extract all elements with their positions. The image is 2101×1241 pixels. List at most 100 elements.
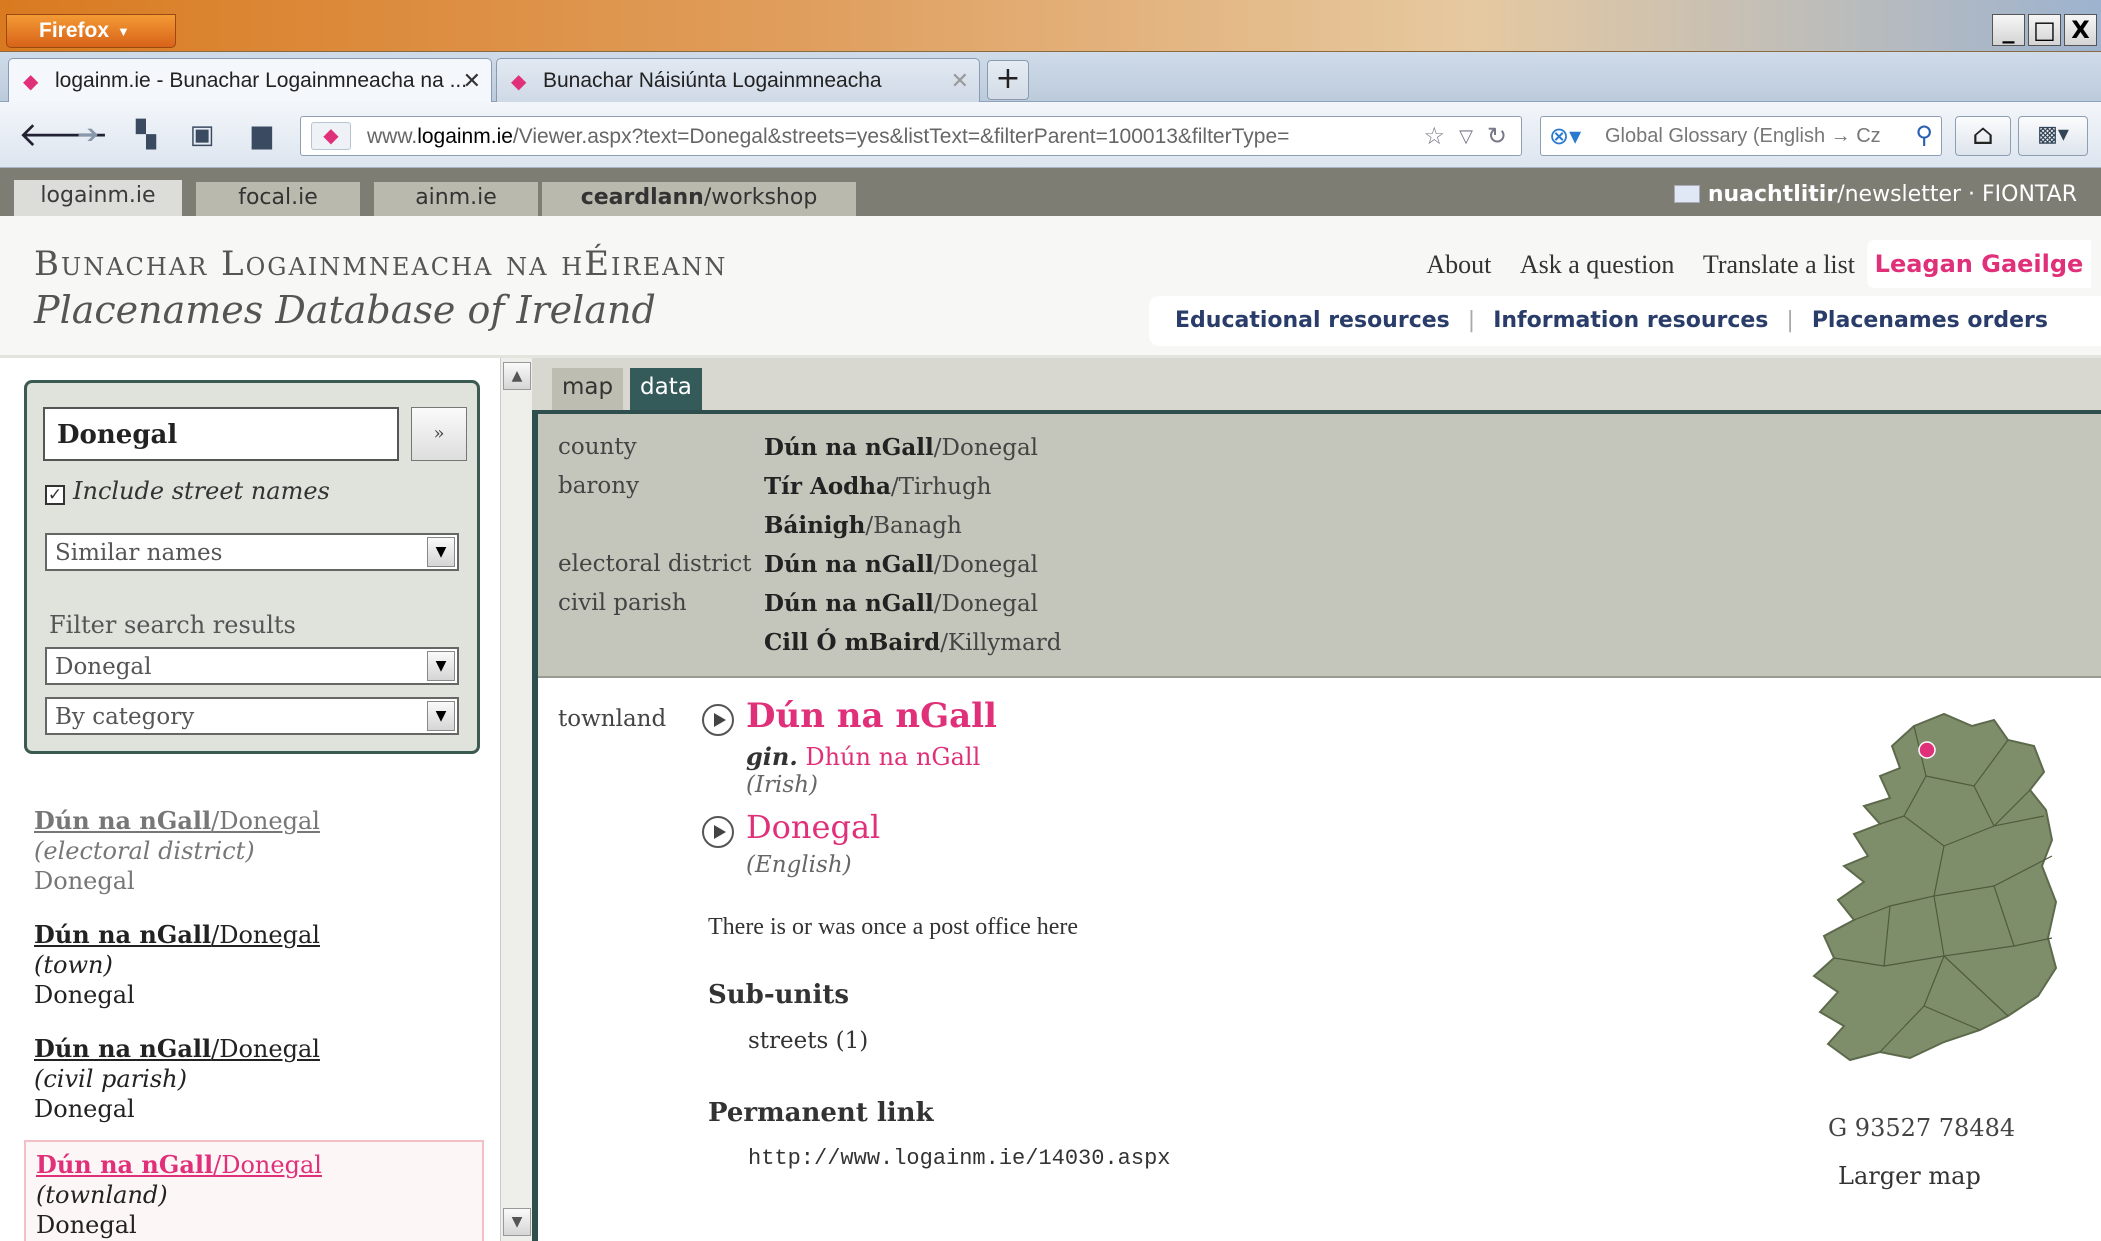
chevron-down-icon[interactable]: ▼ xyxy=(427,651,455,681)
larger-map-link[interactable]: Larger map xyxy=(1838,1162,1981,1190)
list-item-selected[interactable]: Dún na nGall/Donegal (townland) Donegal xyxy=(24,1140,484,1241)
hierarchy-irish: Dún na nGall xyxy=(764,434,934,461)
hierarchy-row: civil parish Dún na nGall/Donegal xyxy=(558,590,1038,617)
subunits-heading: Sub-units xyxy=(708,980,849,1010)
ireland-map[interactable] xyxy=(1794,706,2084,1066)
search-form: Donegal » ✓ Include street names Similar … xyxy=(24,380,480,754)
search-results: Dún na nGall/Donegal (electoral district… xyxy=(24,798,484,1241)
bookmark-star-icon[interactable]: ☆ xyxy=(1423,122,1445,151)
result-irish: Dún na nGall xyxy=(34,806,212,835)
filter-place-select[interactable]: Donegal ▼ xyxy=(45,647,459,685)
site-title[interactable]: Bunachar Logainmneacha na hÉireann xyxy=(34,244,727,284)
chevron-down-icon[interactable]: ▼ xyxy=(427,537,455,567)
about-link[interactable]: About xyxy=(1426,250,1491,279)
tab-workshop[interactable]: ceardlann/workshop xyxy=(542,182,856,216)
tab-map[interactable]: map xyxy=(552,368,624,410)
result-name[interactable]: Dún na nGall/Donegal xyxy=(34,920,474,950)
search-engine-name: Global Glossary (English → Cz xyxy=(1605,125,1881,147)
close-tab-icon[interactable]: ✕ xyxy=(463,68,481,94)
result-county: Donegal xyxy=(34,1095,135,1123)
result-name[interactable]: Dún na nGall/Donegal xyxy=(36,1150,472,1180)
reload-icon[interactable]: ↻ xyxy=(1487,122,1507,151)
scroll-up-icon[interactable]: ▲ xyxy=(503,362,531,390)
filter-category-value: By category xyxy=(55,704,195,730)
educational-resources-link[interactable]: Educational resources xyxy=(1175,308,1450,333)
navigation-toolbar: 🡐 ➔ ▚ ▣ ▆ ◆ www.logainm.ie/Viewer.aspx?t… xyxy=(0,102,2101,168)
irish-language-tag: (Irish) xyxy=(746,772,818,798)
result-irish: Dún na nGall xyxy=(34,1034,212,1063)
back-icon[interactable]: 🡐 xyxy=(18,116,109,154)
english-language-tag: (English) xyxy=(746,852,852,878)
tab-data[interactable]: data xyxy=(630,368,702,410)
play-audio-irish-icon[interactable] xyxy=(702,704,734,736)
forward-icon[interactable]: ➔ xyxy=(70,116,106,154)
permalink-url[interactable]: http://www.logainm.ie/14030.aspx xyxy=(748,1146,1170,1171)
ask-question-link[interactable]: Ask a question xyxy=(1520,250,1675,279)
search-bar[interactable]: ⊗▾ Global Glossary (English → Cz ⚲ xyxy=(1540,116,1942,156)
sidebar-scrollbar[interactable]: ▲ ▼ xyxy=(500,358,532,1241)
main-content: map data county Dún na nGall/Donegal baro… xyxy=(532,358,2101,1241)
information-resources-link[interactable]: Information resources xyxy=(1493,308,1768,333)
address-bar[interactable]: ◆ www.logainm.ie/Viewer.aspx?text=Donega… xyxy=(300,116,1522,156)
result-name[interactable]: Dún na nGall/Donegal xyxy=(34,1034,474,1064)
hierarchy-row: electoral district Dún na nGall/Donegal xyxy=(558,551,1038,578)
new-tab-button[interactable]: + xyxy=(987,60,1029,100)
home-icon[interactable]: ⌂ xyxy=(1955,116,2011,156)
result-county: Donegal xyxy=(34,867,135,895)
scroll-down-icon[interactable]: ▼ xyxy=(503,1208,531,1236)
bookmarks-menu-icon[interactable]: ▩▾ xyxy=(2018,116,2088,156)
permalink-heading: Permanent link xyxy=(708,1098,934,1128)
list-item[interactable]: Dún na nGall/Donegal (civil parish) Done… xyxy=(24,1026,484,1134)
location-marker-icon[interactable] xyxy=(1918,741,1936,759)
close-window-button[interactable]: X xyxy=(2064,14,2097,46)
hierarchy-value[interactable]: Cill Ó mBaird/Killymard xyxy=(764,629,1061,656)
window-titlebar: Firefox ▼ _ □ X xyxy=(0,0,2101,52)
list-item[interactable]: Dún na nGall/Donegal (town) Donegal xyxy=(24,912,484,1020)
filter-category-select[interactable]: By category ▼ xyxy=(45,697,459,735)
window-icon[interactable]: ▣ xyxy=(184,116,220,154)
firefox-menu-button[interactable]: Firefox ▼ xyxy=(6,14,176,48)
hierarchy-label: barony xyxy=(558,473,640,499)
match-mode-value: Similar names xyxy=(55,540,223,566)
hierarchy-value[interactable]: Báinigh/Banagh xyxy=(764,512,962,539)
hierarchy-value[interactable]: Dún na nGall/Donegal xyxy=(764,590,1038,617)
chevron-down-icon[interactable]: ▼ xyxy=(427,701,455,731)
result-name[interactable]: Dún na nGall/Donegal xyxy=(34,806,474,836)
match-mode-select[interactable]: Similar names ▼ xyxy=(45,533,459,571)
search-engine-icon[interactable]: ⊗▾ xyxy=(1549,122,1581,151)
dropdown-arrow-icon[interactable]: ▽ xyxy=(1459,126,1473,147)
site-identity-icon[interactable]: ◆ xyxy=(311,122,351,150)
search-sidebar: Donegal » ✓ Include street names Similar … xyxy=(0,358,506,1241)
hierarchy-irish: Tír Aodha xyxy=(764,473,891,500)
tab-ainm[interactable]: ainm.ie xyxy=(374,182,538,216)
site-subtitle[interactable]: Placenames Database of Ireland xyxy=(34,288,656,332)
hierarchy-value[interactable]: Dún na nGall/Donegal xyxy=(764,551,1038,578)
include-streets-label: Include street names xyxy=(73,477,330,505)
browser-tab-logainm[interactable]: ◆ logainm.ie - Bunachar Logainmneacha na… xyxy=(8,58,492,102)
hierarchy-value[interactable]: Tír Aodha/Tirhugh xyxy=(764,473,991,500)
magnifier-icon[interactable]: ⚲ xyxy=(1915,121,1933,150)
checkbox-check-icon[interactable]: ✓ xyxy=(45,485,65,505)
browser-tab-naisiunta[interactable]: ◆ Bunachar Náisiúnta Logainmneacha ✕ xyxy=(496,58,980,102)
tab-logainm[interactable]: logainm.ie xyxy=(14,180,182,216)
minimize-button[interactable]: _ xyxy=(1992,14,2025,46)
site-header: Bunachar Logainmneacha na hÉireann Place… xyxy=(0,216,2101,358)
newsletter-link[interactable]: nuachtlitir/newsletter · FIONTAR xyxy=(1673,182,2077,207)
list-item[interactable]: Dún na nGall/Donegal (electoral district… xyxy=(24,798,484,906)
close-tab-icon[interactable]: ✕ xyxy=(951,68,969,94)
include-streets-checkbox[interactable]: ✓ Include street names xyxy=(45,477,330,505)
irish-version-link[interactable]: Leagan Gaeilge xyxy=(1867,240,2091,288)
maximize-button[interactable]: □ xyxy=(2028,14,2061,46)
bookmark-toolbar-icon[interactable]: ▚ xyxy=(128,116,164,154)
placenames-orders-link[interactable]: Placenames orders xyxy=(1812,308,2048,333)
translate-list-link[interactable]: Translate a list xyxy=(1703,250,1855,279)
top-links: About Ask a question Translate a list xyxy=(1404,250,1855,280)
play-audio-english-icon[interactable] xyxy=(702,816,734,848)
result-category: (town) xyxy=(34,951,113,979)
hierarchy-value[interactable]: Dún na nGall/Donegal xyxy=(764,434,1038,461)
briefcase-icon[interactable]: ▆ xyxy=(244,116,280,154)
place-search-input[interactable]: Donegal xyxy=(43,407,399,461)
tab-focal[interactable]: focal.ie xyxy=(196,182,360,216)
subunits-streets-link[interactable]: streets (1) xyxy=(748,1028,868,1054)
search-go-button[interactable]: » xyxy=(411,407,467,461)
